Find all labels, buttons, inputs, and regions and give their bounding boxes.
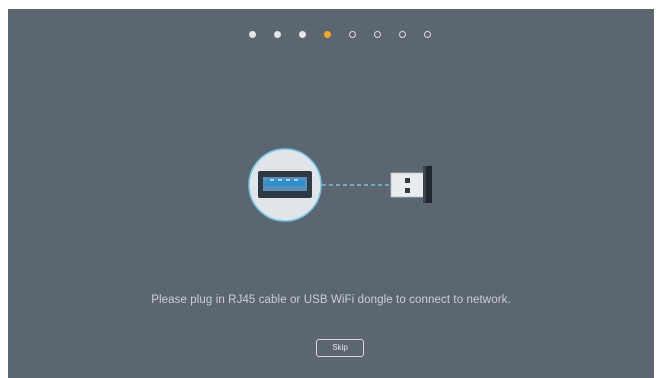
usb-dongle-icon (390, 166, 432, 203)
skip-button[interactable]: Skip (316, 339, 364, 357)
setup-wizard-screen: Please plug in RJ45 cable or USB WiFi do… (8, 9, 654, 378)
network-illustration (248, 148, 432, 222)
usb-port-icon (248, 148, 322, 222)
instruction-message: Please plug in RJ45 cable or USB WiFi do… (151, 294, 511, 306)
